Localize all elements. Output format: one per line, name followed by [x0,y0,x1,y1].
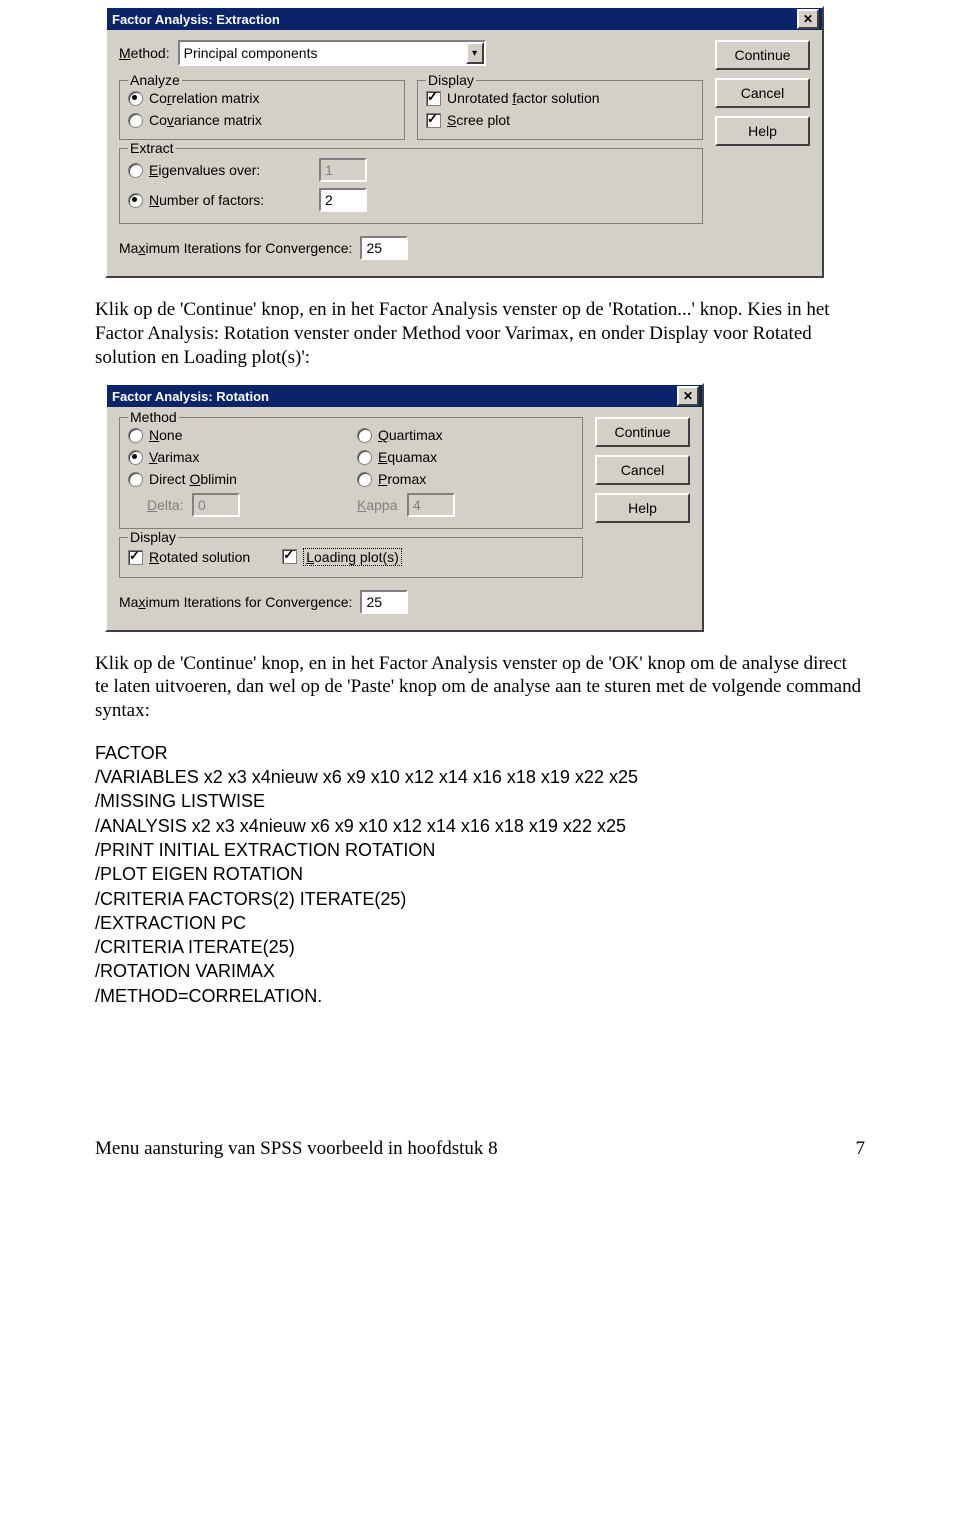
group-display-rotation: Display Rotated solution Loading plot(s) [119,537,583,577]
label-equamax: Equamax [378,449,437,465]
paragraph-2: Klik op de 'Continue' knop, en in het Fa… [95,652,865,723]
radio-number-of-factors[interactable] [128,193,143,208]
label-quartimax: Quartimax [378,427,443,443]
dialog-extraction-title: Factor Analysis: Extraction [112,12,280,27]
radio-direct-oblimin[interactable] [128,472,143,487]
legend-display2: Display [128,529,178,545]
label-promax: Promax [378,471,426,487]
label-correlation-matrix: Correlation matrix [149,90,260,106]
page-number: 7 [856,1138,866,1160]
radio-quartimax[interactable] [357,428,372,443]
cancel-button[interactable]: Cancel [715,78,810,108]
input-eigenvalues-over: 1 [319,158,367,182]
syntax-line: /ROTATION VARIMAX [95,959,865,983]
radio-promax[interactable] [357,472,372,487]
label-direct-oblimin: Direct Oblimin [149,471,237,487]
label-rotated-solution: Rotated solution [149,549,250,565]
dialog-rotation-title: Factor Analysis: Rotation [112,389,269,404]
radio-varimax[interactable] [128,450,143,465]
radio-correlation-matrix[interactable] [128,91,143,106]
input-maxiter2[interactable]: 25 [360,590,408,614]
document-page: Factor Analysis: Extraction ✕ Method: Pr… [0,6,960,1190]
group-extract: Extract Eigenvalues over: 1 Number of fa… [119,148,703,224]
label-unrotated-solution: Unrotated factor solution [447,90,600,106]
dialog-extraction-titlebar: Factor Analysis: Extraction ✕ [107,8,822,30]
check-loading-plot[interactable] [282,549,297,564]
label-maxiter2: Maximum Iterations for Convergence: [119,594,352,610]
input-kappa: 4 [407,493,455,517]
legend-extract: Extract [128,140,176,156]
method-combo[interactable]: Principal components [178,40,486,66]
syntax-line: /CRITERIA FACTORS(2) ITERATE(25) [95,887,865,911]
syntax-line: /PRINT INITIAL EXTRACTION ROTATION [95,838,865,862]
close-icon[interactable]: ✕ [797,9,819,29]
radio-covariance-matrix[interactable] [128,113,143,128]
syntax-line: /PLOT EIGEN ROTATION [95,862,865,886]
syntax-line: /MISSING LISTWISE [95,789,865,813]
paragraph-1: Klik op de 'Continue' knop, en in het Fa… [95,298,865,369]
label-number-of-factors: Number of factors: [149,192,319,208]
radio-none[interactable] [128,428,143,443]
close-icon[interactable]: ✕ [677,386,699,406]
input-maxiter1[interactable]: 25 [360,236,408,260]
group-method: Method None Varimax Direct Oblimin Delta… [119,417,583,529]
continue-button[interactable]: Continue [595,417,690,447]
radio-equamax[interactable] [357,450,372,465]
label-delta: Delta: [147,497,192,513]
syntax-line: /VARIABLES x2 x3 x4nieuw x6 x9 x10 x12 x… [95,765,865,789]
label-loading-plot: Loading plot(s) [303,548,402,566]
syntax-line: /METHOD=CORRELATION. [95,984,865,1008]
page-footer: Menu aansturing van SPSS voorbeeld in ho… [95,1138,865,1160]
method-label: Method: [119,45,170,61]
legend-method: Method [128,409,179,425]
input-number-of-factors[interactable]: 2 [319,188,367,212]
legend-analyze: Analyze [128,72,182,88]
syntax-line: /ANALYSIS x2 x3 x4nieuw x6 x9 x10 x12 x1… [95,814,865,838]
continue-button[interactable]: Continue [715,40,810,70]
radio-eigenvalues-over[interactable] [128,163,143,178]
syntax-block: FACTOR /VARIABLES x2 x3 x4nieuw x6 x9 x1… [95,741,865,1008]
check-scree-plot[interactable] [426,113,441,128]
dialog-extraction: Factor Analysis: Extraction ✕ Method: Pr… [105,6,824,278]
syntax-line: /CRITERIA ITERATE(25) [95,935,865,959]
dialog-rotation: Factor Analysis: Rotation ✕ Method None … [105,383,704,631]
footer-text: Menu aansturing van SPSS voorbeeld in ho… [95,1138,498,1160]
method-value: Principal components [184,45,318,61]
label-varimax: Varimax [149,449,199,465]
dialog-rotation-titlebar: Factor Analysis: Rotation ✕ [107,385,702,407]
label-scree-plot: Scree plot [447,112,510,128]
label-none: None [149,427,182,443]
input-delta: 0 [192,493,240,517]
syntax-line: FACTOR [95,741,865,765]
syntax-line: /EXTRACTION PC [95,911,865,935]
cancel-button[interactable]: Cancel [595,455,690,485]
group-analyze: Analyze Correlation matrix Covariance ma… [119,80,405,140]
check-unrotated-solution[interactable] [426,91,441,106]
label-maxiter1: Maximum Iterations for Convergence: [119,240,352,256]
label-eigenvalues-over: Eigenvalues over: [149,162,319,178]
chevron-down-icon[interactable] [466,42,484,64]
legend-display1: Display [426,72,476,88]
label-covariance-matrix: Covariance matrix [149,112,262,128]
check-rotated-solution[interactable] [128,550,143,565]
help-button[interactable]: Help [595,493,690,523]
label-kappa: Kappa [357,497,407,513]
help-button[interactable]: Help [715,116,810,146]
group-display-extraction: Display Unrotated factor solution Scree … [417,80,703,140]
